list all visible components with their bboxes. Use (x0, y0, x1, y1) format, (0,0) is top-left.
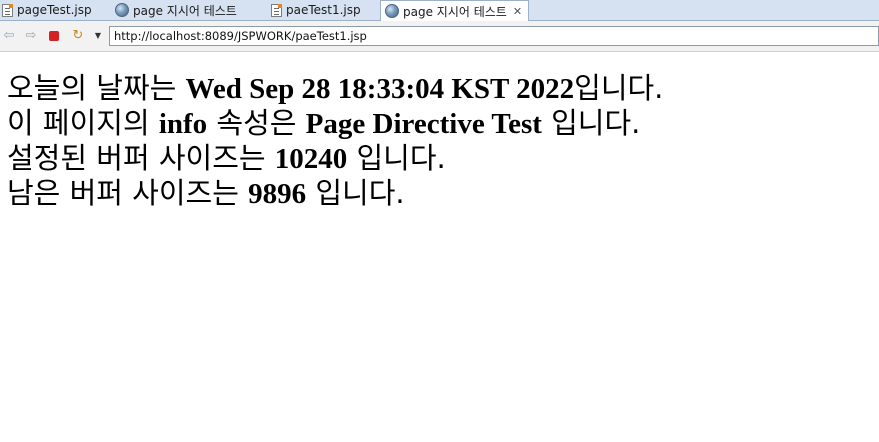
date-line: 오늘의 날짜는 Wed Sep 28 18:33:04 KST 2022입니다. (7, 71, 877, 106)
buffer-size-suffix: 입니다. (347, 141, 446, 175)
stop-icon[interactable] (49, 31, 59, 41)
globe-icon (115, 3, 129, 17)
chevron-down-icon[interactable]: ▼ (91, 29, 105, 43)
remaining-buffer-prefix: 남은 버퍼 사이즈는 (7, 176, 249, 210)
tab-label: page 지시어 테스트 (403, 4, 507, 19)
tab-pagetest-jsp[interactable]: pageTest.jsp (2, 0, 92, 20)
info-line: 이 페이지의 info 속성은 Page Directive Test 입니다. (7, 106, 877, 141)
tab-page-directive-test[interactable]: page 지시어 테스트 (115, 0, 237, 20)
info-prefix: 이 페이지의 (7, 106, 159, 140)
info-keyword: info (158, 108, 208, 140)
browser-toolbar: ⇦ ⇨ ↻ ▼ (0, 21, 879, 52)
page-content: 오늘의 날짜는 Wed Sep 28 18:33:04 KST 2022입니다.… (7, 71, 877, 211)
editor-tab-bar: pageTest.jsp page 지시어 테스트 paeTest1.jsp p… (0, 0, 879, 21)
refresh-icon[interactable]: ↻ (71, 29, 85, 43)
back-arrow-icon[interactable]: ⇦ (2, 29, 16, 43)
tab-page-directive-test-active[interactable]: page 지시어 테스트 ✕ (380, 0, 530, 21)
tab-label: page 지시어 테스트 (133, 3, 237, 18)
close-tab-icon[interactable]: ✕ (513, 6, 522, 17)
buffer-size-value: 10240 (274, 143, 348, 175)
tab-paetest1-jsp[interactable]: paeTest1.jsp (271, 0, 361, 20)
date-suffix: 입니다. (574, 71, 664, 105)
remaining-buffer-line: 남은 버퍼 사이즈는 9896 입니다. (7, 176, 877, 211)
date-prefix: 오늘의 날짜는 (7, 71, 186, 105)
info-value: Page Directive Test (305, 108, 542, 140)
remaining-buffer-value: 9896 (248, 178, 307, 210)
tab-label: pageTest.jsp (17, 3, 92, 17)
date-value: Wed Sep 28 18:33:04 KST 2022 (185, 73, 575, 105)
url-input[interactable] (109, 26, 879, 46)
info-middle: 속성은 (207, 106, 306, 140)
jsp-file-icon (271, 3, 282, 17)
info-suffix: 입니다. (541, 106, 641, 140)
forward-arrow-icon[interactable]: ⇨ (24, 29, 38, 43)
jsp-file-icon (2, 3, 13, 17)
remaining-buffer-suffix: 입니다. (306, 176, 405, 210)
buffer-size-line: 설정된 버퍼 사이즈는 10240 입니다. (7, 141, 877, 176)
globe-icon (385, 4, 399, 18)
tab-label: paeTest1.jsp (286, 3, 361, 17)
buffer-size-prefix: 설정된 버퍼 사이즈는 (7, 141, 275, 175)
